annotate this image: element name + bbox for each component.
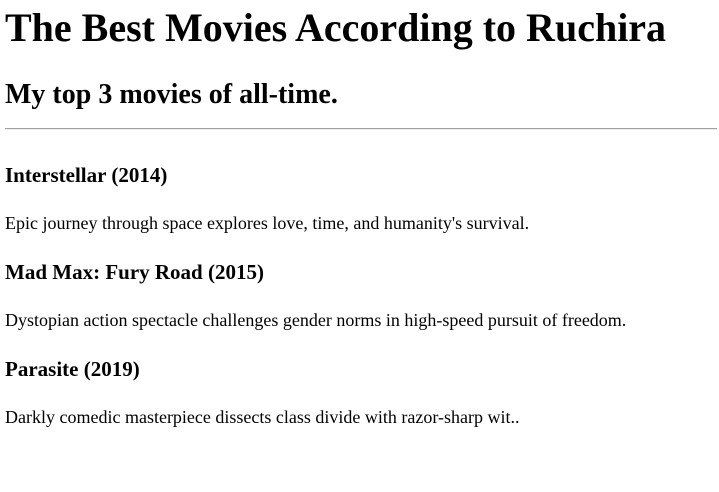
page: The Best Movies According to Ruchira My … [0, 0, 719, 492]
movie-description: Dystopian action spectacle challenges ge… [5, 310, 627, 330]
movie-title: Interstellar (2014) [5, 163, 168, 187]
movie-title: Mad Max: Fury Road (2015) [5, 260, 264, 284]
movie-title: Parasite (2019) [5, 357, 140, 381]
movie-description: Epic journey through space explores love… [5, 213, 530, 233]
divider [5, 128, 717, 130]
movie-description: Darkly comedic masterpiece dissects clas… [5, 407, 520, 427]
page-subtitle: My top 3 movies of all-time. [5, 79, 338, 110]
page-title: The Best Movies According to Ruchira [5, 5, 667, 50]
